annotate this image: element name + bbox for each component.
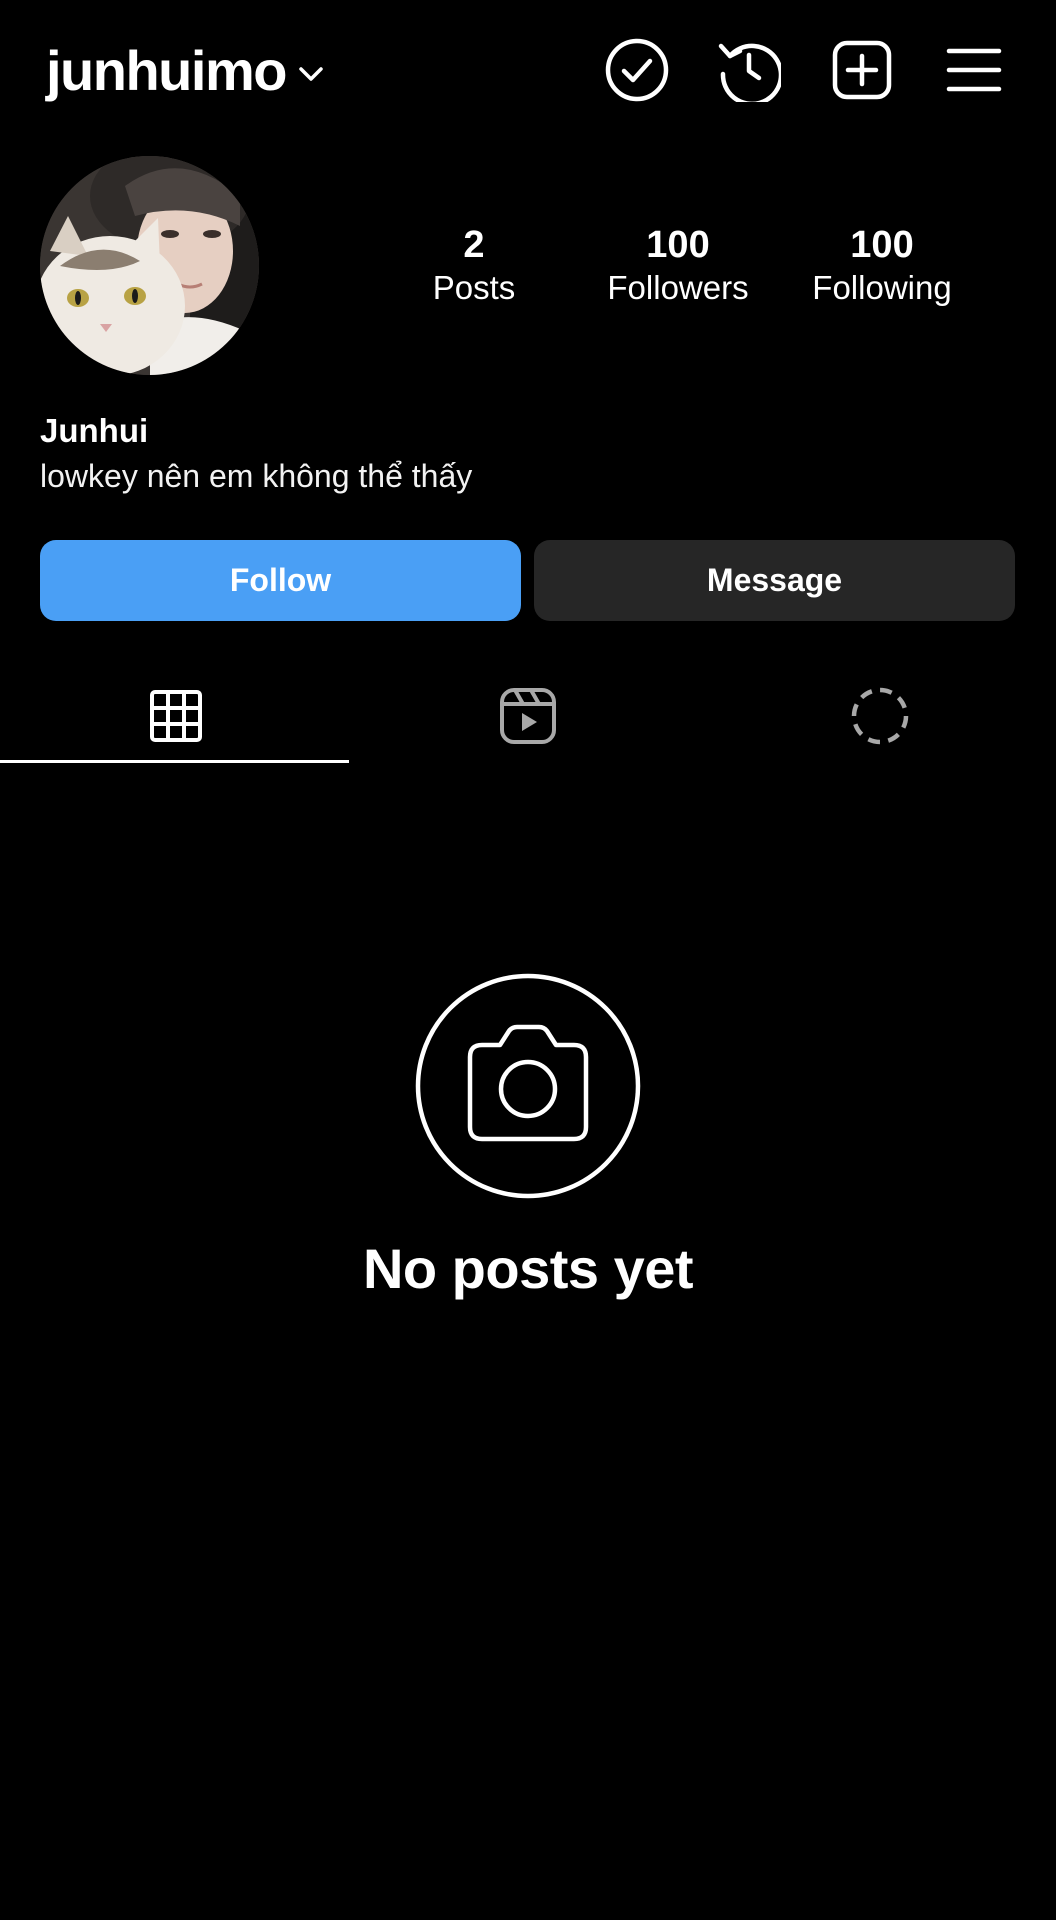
stat-following[interactable]: 100 Following	[782, 222, 982, 308]
new-post-icon[interactable]	[830, 38, 894, 102]
account-switcher[interactable]: junhuimo	[46, 36, 324, 106]
empty-state-title: No posts yet	[362, 1237, 694, 1300]
avatar-image	[40, 156, 259, 375]
follow-button[interactable]: Follow	[40, 540, 521, 621]
stat-posts[interactable]: 2 Posts	[374, 222, 574, 308]
tab-reels[interactable]	[352, 670, 704, 762]
tagged-icon	[851, 687, 909, 745]
posts-label: Posts	[432, 269, 516, 306]
tab-posts-grid[interactable]	[0, 670, 352, 762]
camera-icon	[415, 973, 641, 1199]
chevron-down-icon	[299, 67, 323, 81]
stat-followers[interactable]: 100 Followers	[578, 222, 778, 308]
active-tab-indicator	[0, 760, 349, 763]
message-button[interactable]: Message	[534, 540, 1015, 621]
following-count: 100	[850, 224, 914, 266]
followers-count: 100	[646, 224, 710, 266]
grid-icon	[150, 690, 202, 742]
username: junhuimo	[46, 39, 287, 102]
followers-label: Followers	[607, 269, 749, 306]
following-label: Following	[812, 269, 952, 306]
avatar[interactable]	[40, 156, 259, 375]
posts-count: 2	[463, 224, 485, 266]
menu-icon[interactable]	[942, 38, 1006, 102]
reels-icon	[500, 688, 556, 744]
bio: lowkey nên em không thể thấy	[40, 458, 473, 494]
verified-check-icon[interactable]	[605, 38, 669, 102]
display-name: Junhui	[40, 412, 149, 449]
profile-screen: junhuimo 2 Posts 100 Followers 100 Follo…	[0, 0, 1056, 1920]
history-icon[interactable]	[717, 38, 781, 102]
top-bar: junhuimo	[0, 0, 1056, 140]
tab-tagged[interactable]	[704, 670, 1056, 762]
